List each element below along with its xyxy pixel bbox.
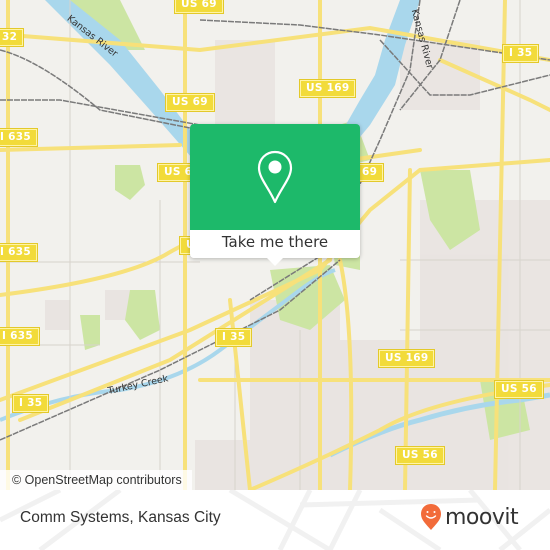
- route-shield: I 635: [0, 129, 37, 146]
- moovit-wordmark: moovit: [445, 504, 519, 530]
- route-shield: US 169: [379, 350, 435, 367]
- route-shield: US 56: [396, 447, 444, 464]
- route-shield: I 35: [13, 395, 49, 412]
- route-shield: US 169: [300, 80, 356, 97]
- route-shield: US 69: [166, 94, 214, 111]
- place-name: Comm Systems, Kansas City: [20, 509, 221, 526]
- route-shield: 69: [356, 164, 384, 181]
- popup-pointer: [266, 257, 284, 266]
- route-shield: I 635: [0, 244, 37, 261]
- map-attribution[interactable]: © OpenStreetMap contributors: [0, 470, 192, 490]
- moovit-smiley-pin-icon: [421, 504, 441, 530]
- route-shield: US 69: [175, 0, 223, 13]
- footer: Comm Systems, Kansas City moovit: [0, 490, 550, 550]
- route-shield: I 35: [216, 329, 252, 346]
- route-shield: US 56: [495, 381, 543, 398]
- route-shield: I 635: [0, 328, 39, 345]
- route-shield: 32: [0, 29, 24, 46]
- map[interactable]: Kansas River Kansas River Turkey Creek U…: [0, 0, 550, 490]
- route-shield: I 35: [503, 45, 539, 62]
- residential-areas: [45, 40, 550, 490]
- take-me-there-label[interactable]: Take me there: [190, 230, 360, 258]
- map-pin-icon: [257, 150, 293, 204]
- location-popup[interactable]: Take me there: [190, 124, 360, 266]
- moovit-logo[interactable]: moovit: [420, 503, 519, 531]
